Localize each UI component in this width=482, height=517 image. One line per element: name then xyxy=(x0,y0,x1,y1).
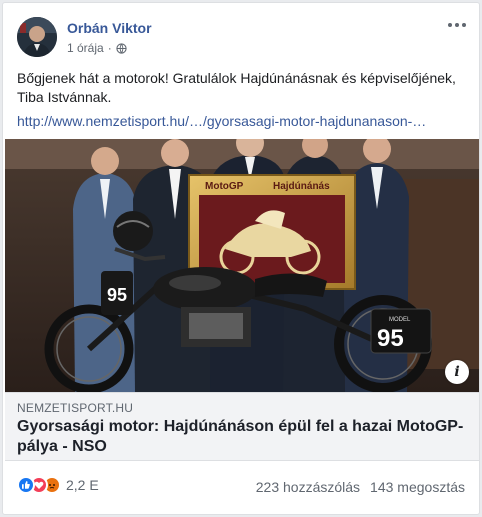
comments-count-link[interactable]: 223 hozzászólás xyxy=(256,479,360,495)
motorcycle-photo: MotoGP Hajdúnánás 95 MODEL 95 xyxy=(5,139,479,392)
link-headline[interactable]: Gyorsasági motor: Hajdúnánáson épül fel … xyxy=(17,417,469,457)
post-link[interactable]: http://www.nemzetisport.hu/…/gyorsasagi-… xyxy=(17,113,467,129)
tank-badge: 95 xyxy=(107,285,127,305)
globe-icon xyxy=(116,42,127,54)
avatar[interactable] xyxy=(17,17,57,57)
author-name[interactable]: Orbán Viktor xyxy=(67,20,152,36)
dot-icon xyxy=(462,23,466,27)
more-options-button[interactable] xyxy=(445,15,469,35)
engagement-stats: 223 hozzászólás 143 megosztás xyxy=(256,479,465,495)
link-domain: NEMZETISPORT.HU xyxy=(17,401,134,415)
reaction-summary[interactable]: 2,2 E xyxy=(17,476,99,494)
post-time[interactable]: 1 órája xyxy=(67,41,104,55)
post-card: Orbán Viktor 1 órája · Bőgjenek hát a mo… xyxy=(2,2,480,515)
shares-count-link[interactable]: 143 megosztás xyxy=(370,479,465,495)
plate-label: MODEL xyxy=(389,317,411,323)
dot-icon xyxy=(455,23,459,27)
frame-title-left: MotoGP xyxy=(205,181,244,192)
post-text: Bőgjenek hát a motorok! Gratulálok Hajdú… xyxy=(17,70,456,105)
link-preview-caption[interactable]: NEMZETISPORT.HU Gyorsasági motor: Hajdún… xyxy=(5,392,479,461)
info-icon[interactable]: i xyxy=(445,360,469,384)
avatar-image xyxy=(17,17,57,57)
reaction-count: 2,2 E xyxy=(66,477,99,493)
like-icon xyxy=(17,476,35,494)
frame-title-right: Hajdúnánás xyxy=(273,181,330,192)
plate-number: 95 xyxy=(377,325,404,352)
post-meta: 1 órája · xyxy=(67,41,127,55)
dot-icon xyxy=(448,23,452,27)
link-preview-image[interactable]: MotoGP Hajdúnánás 95 MODEL 95 i xyxy=(5,139,479,392)
